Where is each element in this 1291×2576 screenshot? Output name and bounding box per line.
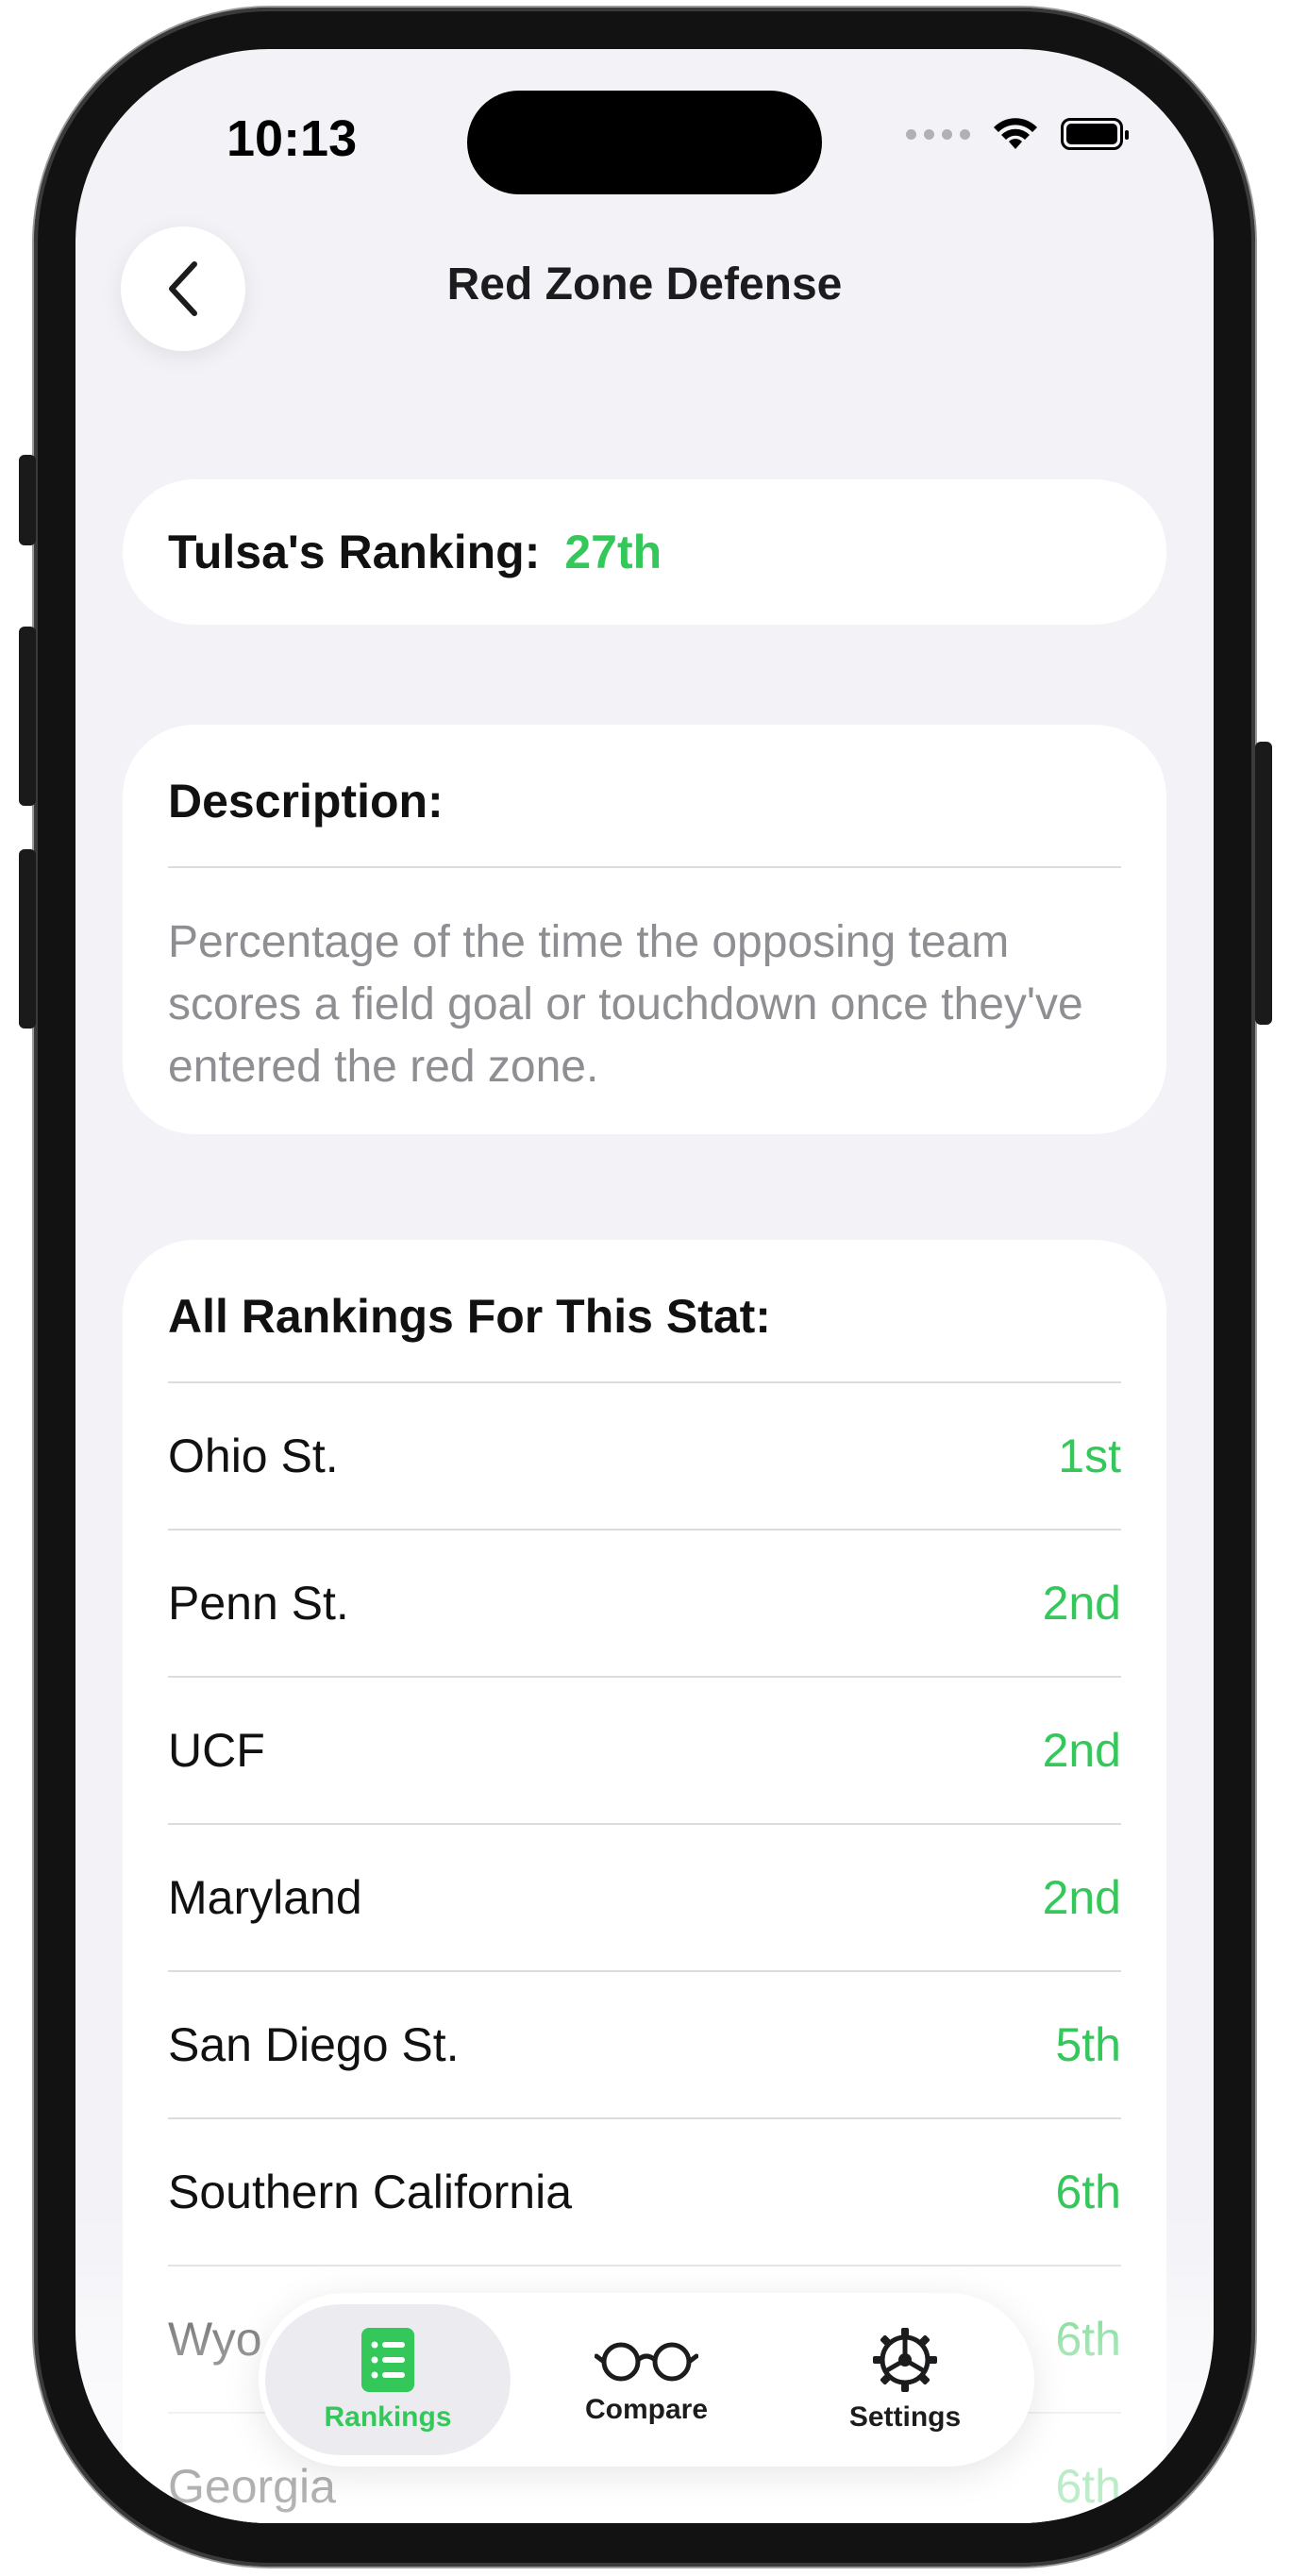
dynamic-island — [467, 91, 822, 194]
action-button — [19, 455, 36, 545]
status-icons — [906, 115, 1129, 153]
list-icon — [361, 2328, 414, 2392]
description-card: Description: Percentage of the time the … — [123, 725, 1166, 1134]
team-name: UCF — [168, 1724, 265, 1777]
tab-compare[interactable]: Compare — [524, 2304, 769, 2455]
power-button — [1255, 742, 1272, 1025]
team-name: Maryland — [168, 1871, 362, 1924]
list-item[interactable]: San Diego St. 5th — [168, 1970, 1121, 2117]
list-item[interactable]: Southern California 6th — [168, 2117, 1121, 2265]
screen: 10:13 Red Zone Defense Tulsa's Ranking: … — [75, 49, 1214, 2523]
description-text: Percentage of the time the opposing team… — [168, 917, 1083, 1092]
team-rank: 6th — [1055, 2460, 1121, 2513]
list-item[interactable]: UCF 2nd — [168, 1676, 1121, 1823]
team-ranking-value: 27th — [564, 526, 662, 578]
list-item[interactable]: Ohio St. 1st — [168, 1381, 1121, 1529]
team-name: Ohio St. — [168, 1430, 339, 1482]
team-rank: 2nd — [1042, 1871, 1121, 1924]
team-ranking-label: Tulsa's Ranking: — [168, 526, 541, 578]
gear-icon — [873, 2328, 937, 2392]
team-rank: 2nd — [1042, 1577, 1121, 1630]
team-rank: 2nd — [1042, 1724, 1121, 1777]
tab-rankings[interactable]: Rankings — [265, 2304, 511, 2455]
team-rank: 6th — [1055, 2313, 1121, 2366]
list-item[interactable]: Penn St. 2nd — [168, 1529, 1121, 1676]
status-time: 10:13 — [226, 110, 358, 167]
volume-down-button — [19, 849, 36, 1029]
tab-label: Settings — [848, 2401, 962, 2433]
tab-settings[interactable]: Settings — [782, 2304, 1028, 2455]
description-heading: Description: — [168, 775, 444, 828]
all-rankings-heading: All Rankings For This Stat: — [168, 1290, 771, 1343]
signal-icon — [906, 128, 970, 140]
team-rank: 6th — [1055, 2166, 1121, 2218]
team-rank: 1st — [1058, 1430, 1121, 1482]
tab-bar: Rankings Compare Settings — [259, 2293, 1034, 2467]
team-name: Georgia — [168, 2460, 336, 2513]
team-name: Southern California — [168, 2166, 573, 2218]
glasses-icon — [595, 2342, 698, 2382]
wifi-icon — [994, 118, 1037, 149]
team-name: Wyo — [168, 2313, 262, 2366]
tab-label: Compare — [584, 2394, 709, 2425]
battery-icon — [1061, 118, 1129, 150]
list-item[interactable]: Maryland 2nd — [168, 1823, 1121, 1970]
team-name: San Diego St. — [168, 2018, 460, 2071]
team-rank: 5th — [1055, 2018, 1121, 2071]
tab-label: Rankings — [324, 2401, 452, 2433]
volume-up-button — [19, 627, 36, 806]
divider — [168, 866, 1121, 868]
page-title: Red Zone Defense — [446, 259, 843, 309]
team-ranking-card: Tulsa's Ranking: 27th — [123, 479, 1166, 625]
team-name: Penn St. — [168, 1577, 349, 1630]
